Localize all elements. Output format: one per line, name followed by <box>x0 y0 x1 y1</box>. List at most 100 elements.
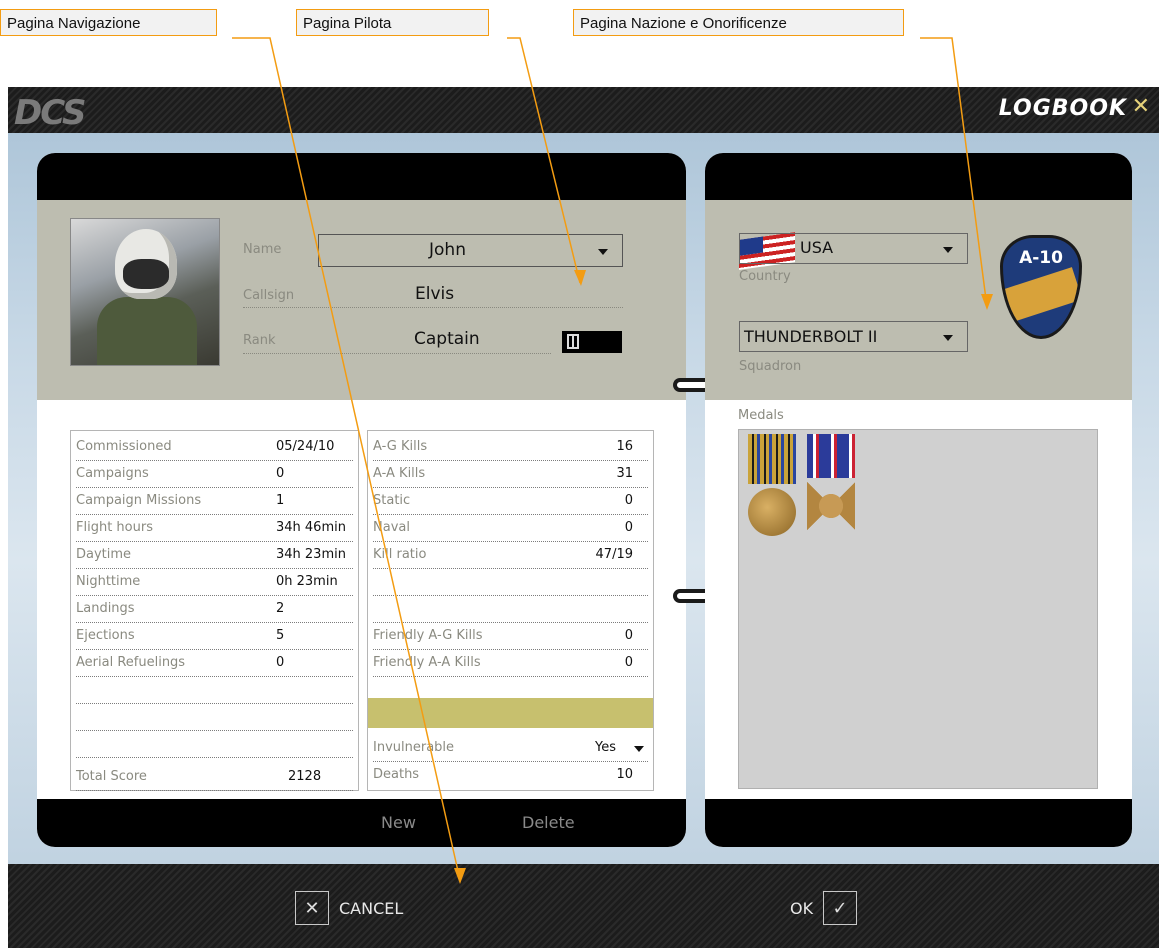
stat-value: 5 <box>276 628 285 643</box>
page-header <box>705 153 1132 200</box>
page-header <box>37 153 686 200</box>
stat-row: A-G Kills 16 <box>373 433 648 461</box>
pilot-page-footer: New Delete <box>37 799 686 847</box>
invulnerable-row[interactable]: Invulnerable Yes <box>373 734 648 762</box>
stat-label: Kill ratio <box>373 547 427 562</box>
callout-navigation: Pagina Navigazione <box>0 9 217 36</box>
callsign-input[interactable]: Elvis <box>415 284 454 304</box>
callout-nation: Pagina Nazione e Onorificenze <box>573 9 904 36</box>
medal-achievement[interactable] <box>748 434 796 536</box>
stat-label: Static <box>373 493 411 508</box>
title-bar: DCS LOGBOOK ✕ <box>8 87 1159 133</box>
total-score-value: 2128 <box>288 769 322 784</box>
logbook-window: DCS LOGBOOK ✕ Name John Callsign Elvis R… <box>8 87 1159 948</box>
stat-row: Kill ratio 47/19 <box>373 541 648 569</box>
stat-row: Aerial Refuelings 0 <box>76 649 353 677</box>
divider <box>243 353 551 354</box>
stat-row <box>76 703 353 731</box>
stat-value: 0 <box>276 655 285 670</box>
ok-button[interactable]: OK ✓ <box>790 891 858 925</box>
stat-label: Campaigns <box>76 466 149 481</box>
squadron-label: Squadron <box>739 359 802 374</box>
patch-text: A-10 <box>1019 248 1063 268</box>
stat-label: Nighttime <box>76 574 141 589</box>
stat-label: A-A Kills <box>373 466 426 481</box>
nation-page-footer <box>705 799 1132 847</box>
window-title: LOGBOOK <box>998 96 1127 121</box>
stat-row <box>76 730 353 758</box>
chevron-down-icon[interactable] <box>634 746 644 752</box>
total-score-label: Total Score <box>76 769 147 784</box>
squadron-value: THUNDERBOLT II <box>744 327 878 346</box>
invulnerable-value: Yes <box>595 740 616 755</box>
name-dropdown[interactable]: John <box>318 234 623 267</box>
invulnerable-label: Invulnerable <box>373 740 455 755</box>
delete-pilot-button[interactable]: Delete <box>522 813 575 832</box>
chevron-down-icon <box>943 334 953 341</box>
stat-value: 16 <box>616 439 633 454</box>
captain-insignia-icon <box>567 334 579 349</box>
stat-value: 0 <box>276 466 285 481</box>
divider <box>243 307 623 308</box>
stat-value: 1 <box>276 493 285 508</box>
stat-value: 0 <box>624 520 633 535</box>
checkmark-icon: ✓ <box>823 891 858 925</box>
name-value: John <box>429 240 466 260</box>
squadron-dropdown[interactable]: THUNDERBOLT II <box>739 321 968 352</box>
stat-row <box>76 676 353 704</box>
stat-value: 0h 23min <box>276 574 338 589</box>
pilot-photo[interactable] <box>70 218 220 366</box>
medal-flying-cross[interactable] <box>807 434 855 530</box>
stat-value: 34h 46min <box>276 520 346 535</box>
stat-value: 31 <box>616 466 633 481</box>
callsign-label: Callsign <box>243 288 295 303</box>
stat-label: Friendly A-A Kills <box>373 655 481 670</box>
stat-value: 34h 23min <box>276 547 346 562</box>
ok-label: OK <box>790 898 814 918</box>
stat-label: Aerial Refuelings <box>76 655 186 670</box>
stat-row: Static 0 <box>373 487 648 515</box>
career-stats-table: Total Score 2128 Commissioned 05/24/10 Cam… <box>70 430 359 791</box>
stat-label: Friendly A-G Kills <box>373 628 483 643</box>
rank-selector[interactable] <box>562 331 622 353</box>
stat-row: Daytime 34h 23min <box>76 541 353 569</box>
stat-row: Landings 2 <box>76 595 353 623</box>
combat-stats-table: Invulnerable Yes Deaths 10 A-G Kills 16 A-… <box>367 430 654 791</box>
rank-label: Rank <box>243 333 276 348</box>
stat-row: Campaign Missions 1 <box>76 487 353 515</box>
stat-label: Ejections <box>76 628 135 643</box>
stat-value: 0 <box>624 493 633 508</box>
stat-value: 47/19 <box>595 547 633 562</box>
stat-label: Flight hours <box>76 520 153 535</box>
name-label: Name <box>243 242 282 257</box>
stat-label: Daytime <box>76 547 132 562</box>
stat-row: Campaigns 0 <box>76 460 353 488</box>
total-score-row: Total Score 2128 <box>76 763 353 791</box>
rank-value: Captain <box>414 329 480 349</box>
stat-row: Friendly A-G Kills 0 <box>373 622 648 650</box>
stat-value: 05/24/10 <box>276 439 335 454</box>
medals-label: Medals <box>738 408 784 423</box>
stat-label: A-G Kills <box>373 439 428 454</box>
stat-row: Friendly A-A Kills 0 <box>373 649 648 677</box>
callout-pilot: Pagina Pilota <box>296 9 489 36</box>
stat-label: Campaign Missions <box>76 493 202 508</box>
squadron-patch: A-10 <box>1000 235 1082 339</box>
stat-row: Naval 0 <box>373 514 648 542</box>
stat-label: Commissioned <box>76 439 172 454</box>
country-value: USA <box>800 238 834 257</box>
stat-row <box>373 568 648 596</box>
nation-info-panel: USA Country THUNDERBOLT II Squadron A-10 <box>705 200 1132 400</box>
close-icon[interactable]: ✕ <box>1132 94 1150 119</box>
stat-row: Ejections 5 <box>76 622 353 650</box>
pilot-info-panel: Name John Callsign Elvis Rank Captain <box>37 200 686 400</box>
new-pilot-button[interactable]: New <box>381 813 416 832</box>
stat-row: Flight hours 34h 46min <box>76 514 353 542</box>
deaths-value: 10 <box>616 767 633 782</box>
deaths-row: Deaths 10 <box>373 761 648 788</box>
stat-row <box>373 595 648 623</box>
country-dropdown[interactable]: USA <box>739 233 968 264</box>
cancel-button[interactable]: ✕ CANCEL <box>295 891 403 925</box>
close-icon: ✕ <box>295 891 329 925</box>
pilot-page: Name John Callsign Elvis Rank Captain To… <box>37 153 686 847</box>
